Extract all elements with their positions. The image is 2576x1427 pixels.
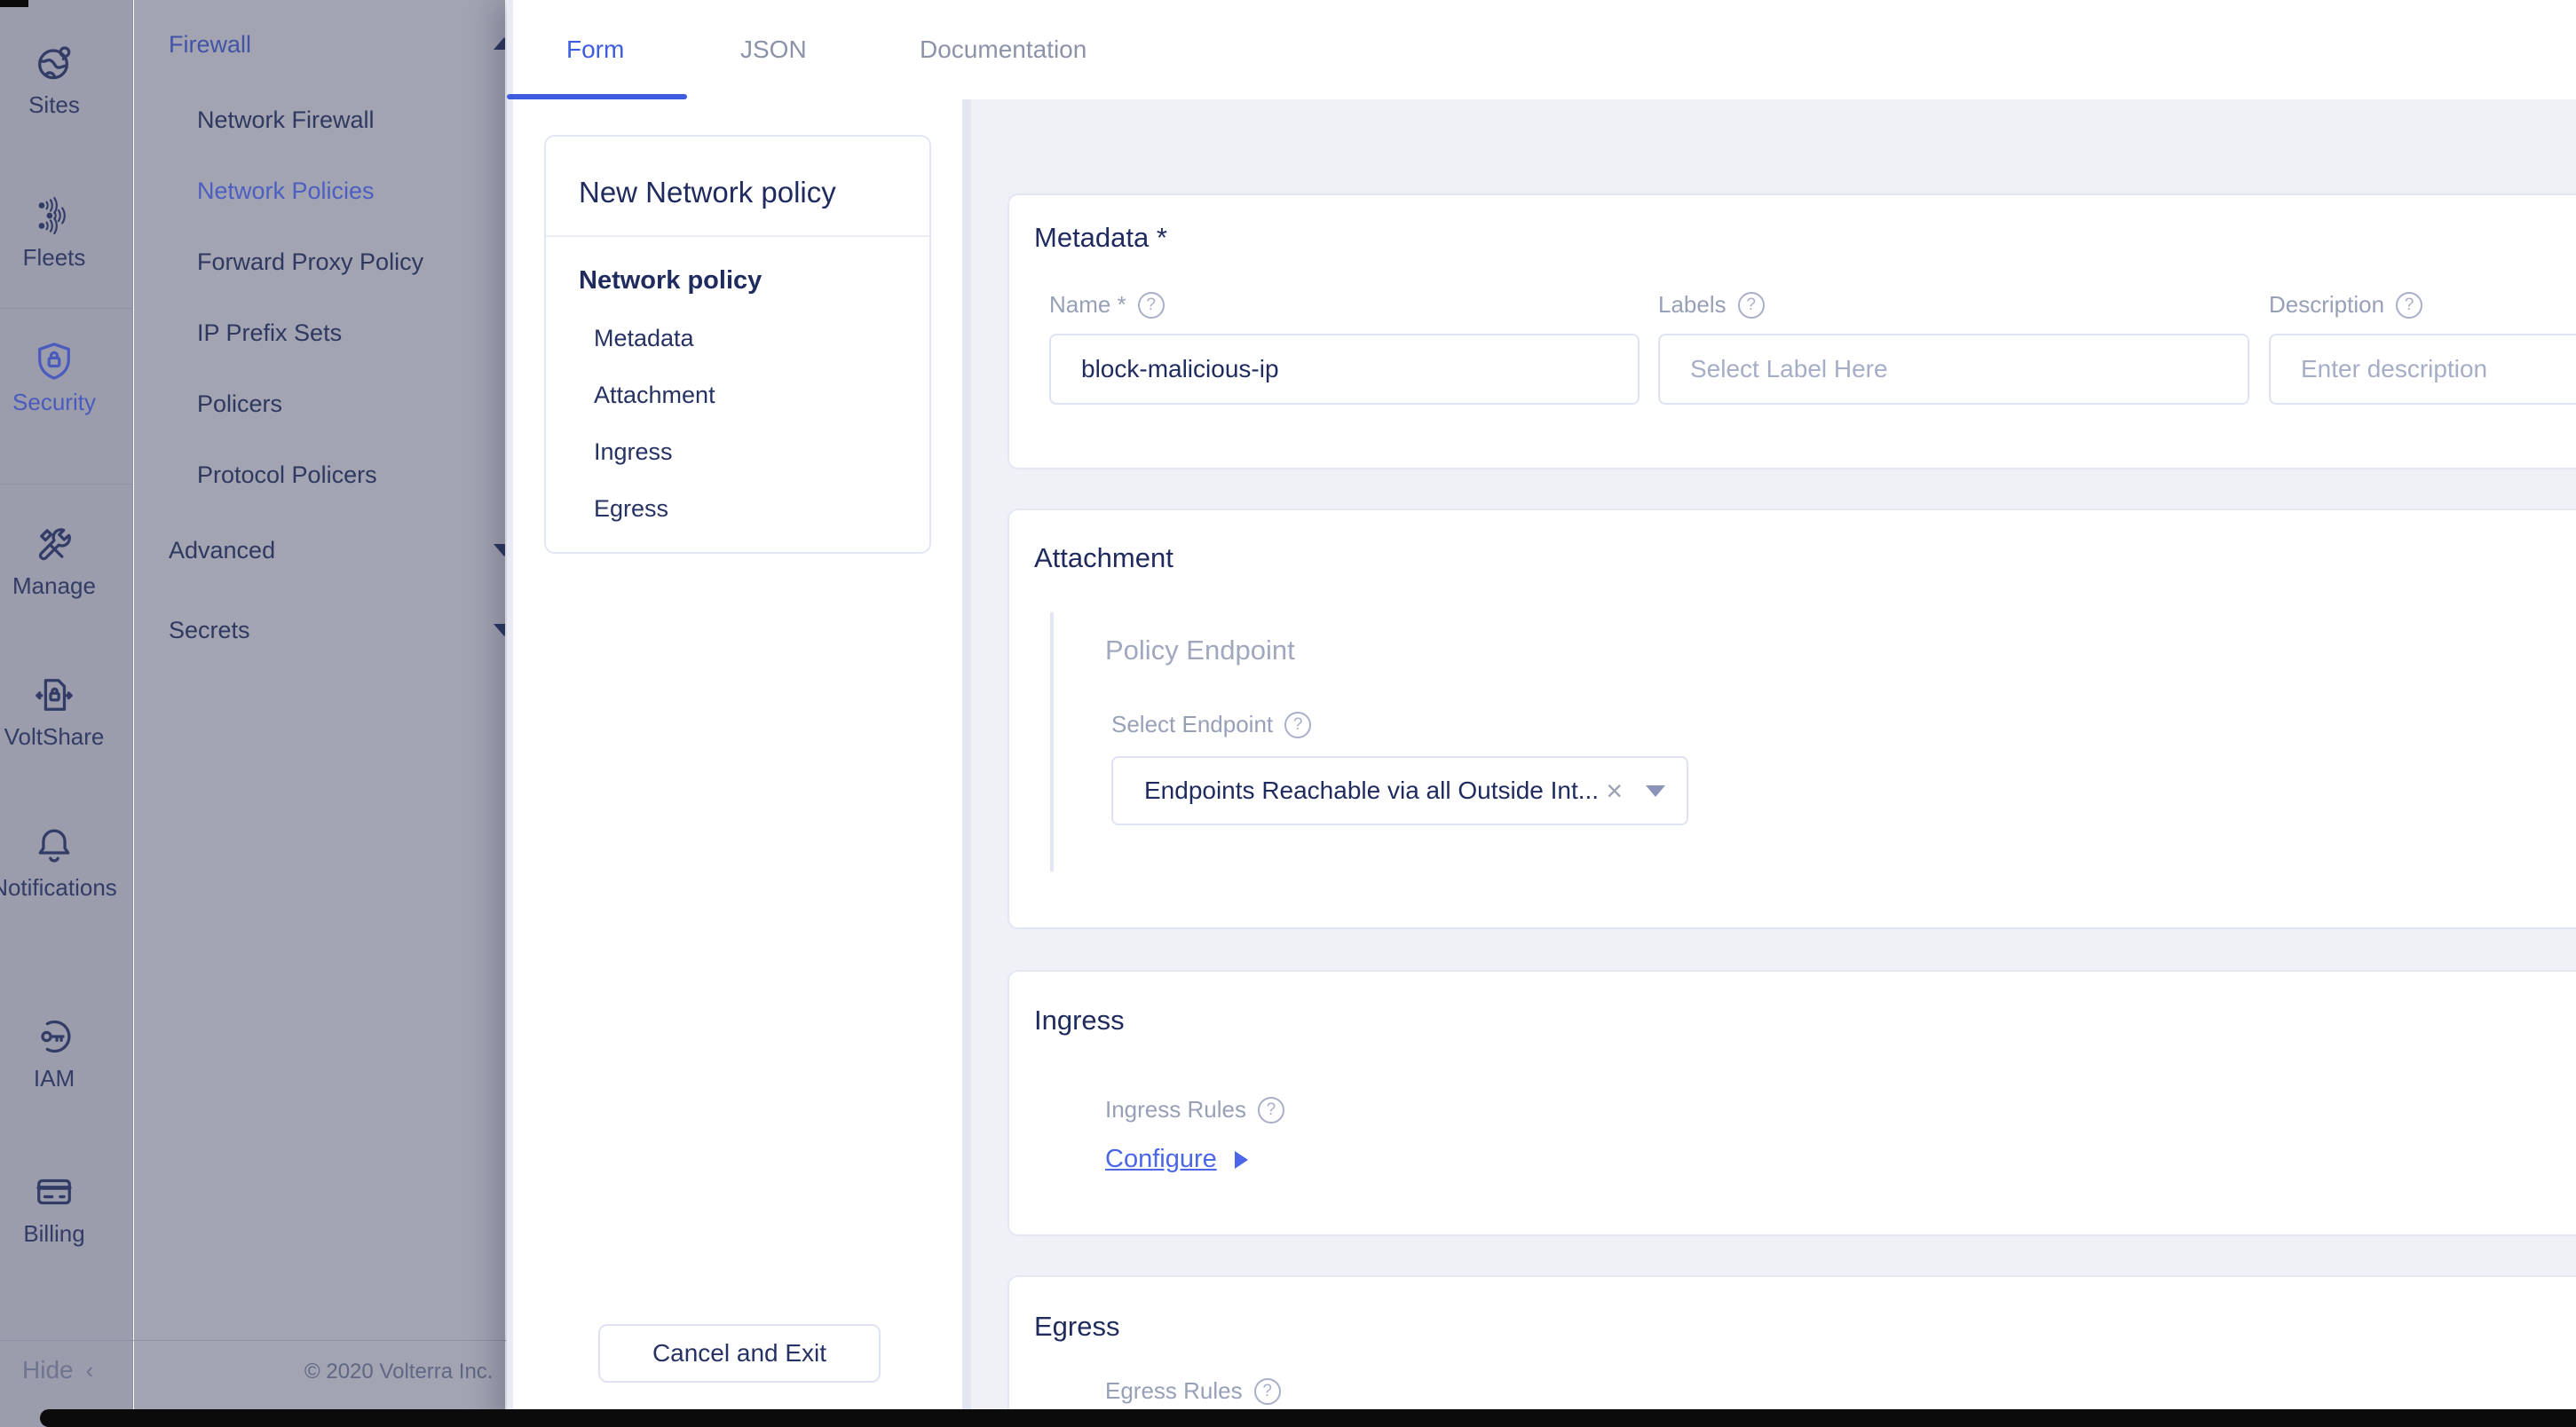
sidebar-item-voltshare[interactable]: VoltShare [0,674,133,751]
sidebar-item-label: Sites [28,91,80,119]
globe-icon [34,43,75,83]
endpoint-select[interactable]: Endpoints Reachable via all Outside Int.… [1111,756,1688,825]
attachment-section: Attachment Policy Endpoint Select Endpoi… [1007,509,2576,929]
tab-json[interactable]: JSON [740,35,807,64]
egress-section: Egress Egress Rules? [1007,1275,2576,1427]
chevron-down-icon[interactable] [494,624,505,636]
chevron-left-icon: ‹ [86,1357,94,1384]
section-title: Egress [1034,1311,1119,1343]
fleet-icon [34,195,75,236]
sidebar-item-ip-prefix-sets[interactable]: IP Prefix Sets [197,309,342,357]
hide-sidebar-button[interactable]: Hide‹ [22,1356,93,1384]
main-panel: Form JSON Documentation New Network poli… [507,0,2576,1427]
dropdown-arrow-icon[interactable] [1646,785,1665,797]
sidebar-item-label: IAM [34,1065,75,1092]
wizard-column: New Network policy Network policy Metada… [513,99,962,1427]
chevron-down-icon[interactable] [494,544,505,556]
scroll-gutter[interactable] [962,99,971,1427]
cancel-and-exit-button[interactable]: Cancel and Exit [598,1324,881,1383]
wizard-step-ingress[interactable]: Ingress [594,438,762,466]
copyright-text: © 2020 Volterra Inc. [304,1360,493,1384]
metadata-section: Metadata * Name *? Labels? Description? [1007,193,2576,469]
sidebar-item-label: VoltShare [4,723,105,751]
description-input[interactable] [2269,334,2576,405]
sidebar-item-fleets[interactable]: Fleets [0,195,133,272]
sidebar-item-policers[interactable]: Policers [197,380,282,428]
help-icon[interactable]: ? [1138,292,1165,319]
policy-endpoint-group-title: Policy Endpoint [1105,635,1295,666]
sidebar-item-label: Security [12,389,96,416]
sidebar-divider [0,308,133,309]
sidebar-divider [0,484,133,485]
sidebar-item-manage[interactable]: Manage [0,524,133,600]
wizard-card: New Network policy Network policy Metada… [544,135,931,554]
tools-icon [34,524,75,564]
sidebar-item-advanced[interactable]: Advanced [169,526,275,574]
sidebar-item-network-policies[interactable]: Network Policies [197,167,375,215]
tab-documentation[interactable]: Documentation [920,35,1087,64]
footer-divider [0,1340,506,1341]
section-title: Ingress [1034,1005,1125,1037]
help-icon[interactable]: ? [1254,1378,1281,1405]
sidebar-item-sites[interactable]: Sites [0,43,133,119]
sidebar-item-notifications[interactable]: Notifications [0,825,133,902]
description-field-group: Description? [2269,291,2576,319]
credit-card-icon [34,1171,75,1212]
wizard-step-metadata[interactable]: Metadata [594,325,762,352]
chevron-up-icon[interactable] [494,37,505,50]
secondary-sidebar: Firewall Network Firewall Network Polici… [134,0,505,1427]
wizard-step-attachment[interactable]: Attachment [594,382,762,409]
name-field-group: Name *? [1049,291,1640,319]
tab-bar: Form JSON Documentation [513,0,2576,99]
sidebar-item-secrets[interactable]: Secrets [169,606,250,654]
help-icon[interactable]: ? [1258,1097,1284,1123]
divider [546,235,929,237]
group-indent-line [1050,612,1054,871]
secure-doc-icon [34,674,75,715]
name-input[interactable] [1049,334,1640,405]
sidebar-item-security[interactable]: Security [0,340,133,416]
labels-input[interactable] [1658,334,2249,405]
sidebar-item-label: Notifications [0,874,117,902]
sidebar-item-iam[interactable]: IAM [0,1016,133,1092]
sidebar-item-label: Manage [12,572,96,600]
sidebar-item-protocol-policers[interactable]: Protocol Policers [197,451,377,499]
sidebar-item-firewall[interactable]: Firewall [169,20,251,68]
wizard-nav: Network policy Metadata Attachment Ingre… [579,266,762,523]
window-corner [0,0,28,7]
clear-selection-icon[interactable]: × [1606,775,1623,808]
bell-icon [34,825,75,866]
configure-link[interactable]: Configure [1105,1145,1248,1174]
help-icon[interactable]: ? [2396,292,2422,319]
wizard-nav-header: Network policy [579,266,762,296]
sidebar-item-billing[interactable]: Billing [0,1171,133,1248]
arrow-right-icon [1235,1151,1248,1169]
wizard-title: New Network policy [546,137,929,209]
sidebar-item-label: Fleets [23,244,86,272]
wizard-step-egress[interactable]: Egress [594,495,762,523]
tab-form[interactable]: Form [566,35,624,64]
endpoint-select-value: Endpoints Reachable via all Outside Int.… [1144,777,1597,805]
section-title: Attachment [1034,542,1173,574]
key-icon [34,1016,75,1057]
sidebar-item-label: Billing [23,1220,84,1248]
sidebar-item-forward-proxy-policy[interactable]: Forward Proxy Policy [197,238,423,286]
help-icon[interactable]: ? [1284,712,1311,738]
section-title: Metadata * [1034,222,1167,254]
labels-field-group: Labels? [1658,291,2249,319]
window-bottom-bar [40,1409,2576,1427]
sidebar-item-network-firewall[interactable]: Network Firewall [197,96,375,144]
app-window: Sites Fleets Security [0,0,2576,1427]
help-icon[interactable]: ? [1738,292,1765,319]
form-content: Metadata * Name *? Labels? Description? … [971,99,2576,1427]
shield-lock-icon [34,340,75,381]
primary-sidebar: Sites Fleets Security [0,0,133,1427]
ingress-section: Ingress Ingress Rules? Configure [1007,970,2576,1236]
